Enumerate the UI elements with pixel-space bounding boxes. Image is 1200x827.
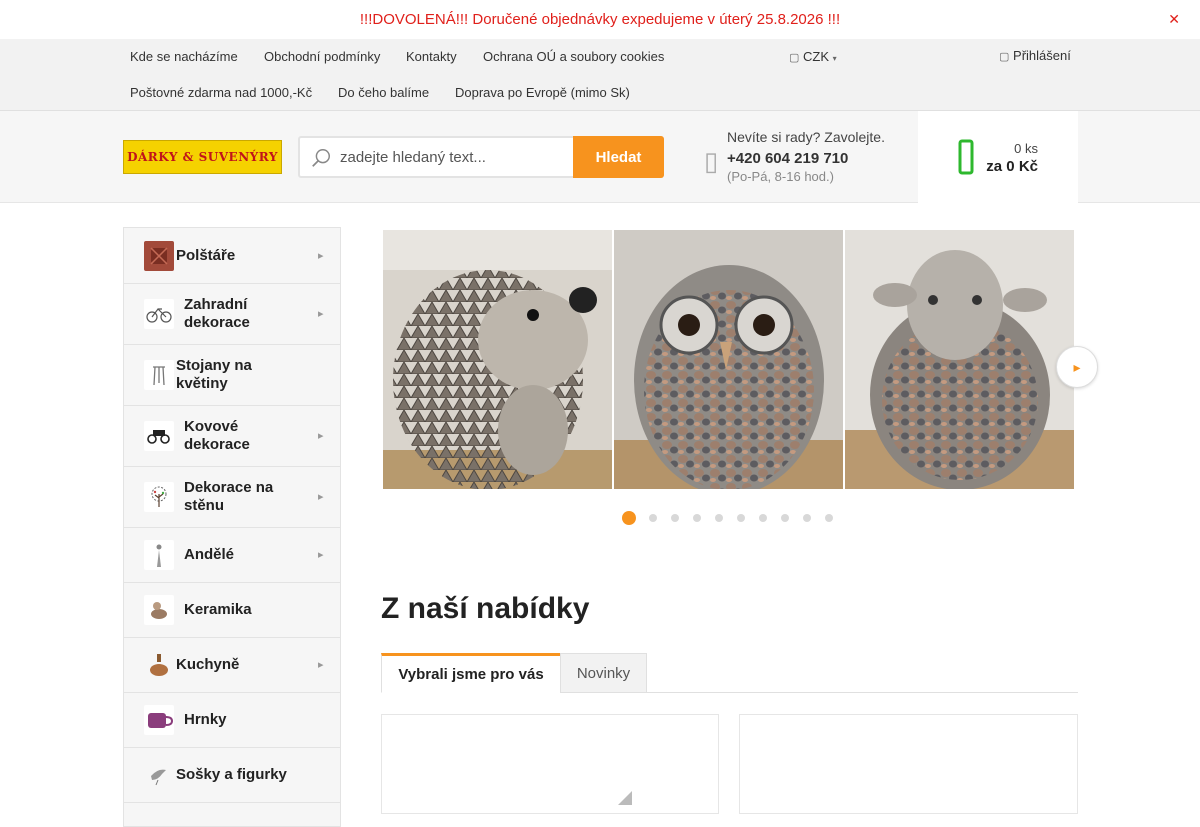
- mug-icon: [144, 705, 174, 735]
- help-hours: (Po-Pá, 8-16 hod.): [727, 169, 834, 184]
- tree-icon: [144, 482, 174, 512]
- nav-link-free-shipping[interactable]: Poštovné zdarma nad 1000,-Kč: [130, 85, 312, 100]
- category-label: Andělé: [184, 546, 235, 563]
- ceramics-icon: [144, 595, 174, 625]
- tab-selected-for-you[interactable]: Vybrali jsme pro vás: [381, 653, 561, 693]
- help-phone-number[interactable]: +420 604 219 710: [727, 150, 848, 167]
- carousel-dot[interactable]: [715, 514, 723, 522]
- category-label: Sošky a figurky: [176, 766, 287, 783]
- carousel-dot[interactable]: [622, 511, 636, 525]
- carousel-dot[interactable]: [803, 514, 811, 522]
- category-item-garden-decor[interactable]: Zahradní dekorace ▸: [124, 284, 340, 345]
- top-navigation: Kde se nacházíme Obchodní podmínky Konta…: [0, 39, 1200, 111]
- category-item-angels[interactable]: Andělé ▸: [124, 528, 340, 583]
- category-label: Polštáře: [176, 247, 236, 264]
- carousel-dot[interactable]: [737, 514, 745, 522]
- logo-text: DÁRKY & SUVENÝRY: [127, 150, 278, 164]
- announcement-bar: !!!DOVOLENÁ!!! Doručené objednávky exped…: [0, 0, 1200, 39]
- category-item-ceramics[interactable]: Keramika: [124, 583, 340, 638]
- phone-icon: ▯: [704, 146, 719, 176]
- cart-total: za 0 Kč: [986, 158, 1038, 175]
- site-logo[interactable]: DÁRKY & SUVENÝRY: [123, 140, 282, 174]
- nav-link-privacy[interactable]: Ochrana OÚ a soubory cookies: [483, 49, 664, 64]
- site-header: DÁRKY & SUVENÝRY Hledat ▯ Nevíte si rady…: [0, 111, 1200, 203]
- nav-link-location[interactable]: Kde se nacházíme: [130, 49, 238, 64]
- close-icon[interactable]: ✕: [1168, 11, 1180, 28]
- bicycle-icon: [144, 299, 174, 329]
- product-image-placeholder: [618, 791, 632, 805]
- section-title: Z naší nabídky: [381, 592, 590, 625]
- search-button[interactable]: Hledat: [573, 136, 664, 178]
- flower-stand-icon: [144, 360, 174, 390]
- announcement-text: !!!DOVOLENÁ!!! Doručené objednávky exped…: [359, 11, 841, 28]
- chevron-right-icon: ▸: [318, 549, 324, 561]
- metal-decor-icon: [144, 421, 174, 451]
- nav-link-packaging[interactable]: Do čeho balíme: [338, 85, 429, 100]
- currency-selector[interactable]: ▢ CZK ▾: [789, 49, 837, 64]
- search-input[interactable]: [340, 138, 573, 176]
- carousel-dot[interactable]: [781, 514, 789, 522]
- nav-link-contacts[interactable]: Kontakty: [406, 49, 457, 64]
- product-carousel: [383, 230, 1075, 489]
- carousel-dot[interactable]: [671, 514, 679, 522]
- chevron-right-icon: ▸: [318, 430, 324, 442]
- category-item-pillows[interactable]: Polštáře ▸: [124, 228, 340, 284]
- chevron-right-icon: ▸: [1073, 358, 1081, 375]
- currency-value: CZK: [803, 49, 830, 64]
- search-bar: Hledat: [298, 136, 664, 178]
- category-label: Zahradní dekorace: [184, 296, 250, 331]
- help-question: Nevíte si rady? Zavolejte.: [727, 129, 885, 145]
- tab-new-arrivals[interactable]: Novinky: [560, 653, 647, 693]
- chevron-right-icon: ▸: [318, 659, 324, 671]
- search-icon: [312, 149, 330, 167]
- category-item-flower-stands[interactable]: Stojany na květiny: [124, 345, 340, 406]
- category-label: Keramika: [184, 601, 252, 618]
- chevron-right-icon: ▸: [318, 308, 324, 320]
- carousel-dot[interactable]: [693, 514, 701, 522]
- currency-icon: ▢: [789, 52, 800, 64]
- category-label: Kuchyně: [176, 656, 240, 673]
- category-label: Stojany na květiny: [176, 357, 252, 392]
- carousel-dot[interactable]: [649, 514, 657, 522]
- bird-figurine-icon: [144, 760, 174, 790]
- login-label: Přihlášení: [1013, 48, 1071, 63]
- cart-icon: [958, 139, 974, 175]
- category-item-mugs[interactable]: Hrnky: [124, 693, 340, 748]
- category-item-figurines[interactable]: Sošky a figurky: [124, 748, 340, 803]
- category-item-metal-decor[interactable]: Kovové dekorace ▸: [124, 406, 340, 467]
- carousel-dot[interactable]: [825, 514, 833, 522]
- angel-icon: [144, 540, 174, 570]
- chevron-right-icon: ▸: [318, 491, 324, 503]
- user-icon: ▢: [999, 51, 1010, 63]
- carousel-next-button[interactable]: ▸: [1056, 346, 1098, 388]
- pillow-icon: [144, 241, 174, 271]
- product-card[interactable]: [381, 714, 719, 814]
- cart-widget[interactable]: 0 ks za 0 Kč: [918, 111, 1078, 203]
- chevron-right-icon: ▸: [318, 250, 324, 262]
- cart-count: 0 ks: [1014, 141, 1038, 156]
- nav-link-terms[interactable]: Obchodní podmínky: [264, 49, 380, 64]
- carousel-dot[interactable]: [759, 514, 767, 522]
- category-label: Kovové dekorace: [184, 418, 250, 453]
- category-label: Hrnky: [184, 711, 227, 728]
- nav-link-europe-shipping[interactable]: Doprava po Evropě (mimo Sk): [455, 85, 630, 100]
- carousel-slide-owl[interactable]: [614, 230, 843, 489]
- chevron-down-icon: ▾: [832, 54, 837, 63]
- category-item-kitchen[interactable]: Kuchyně ▸: [124, 638, 340, 693]
- category-sidebar: Polštáře ▸ Zahradní dekorace ▸ Stojany n…: [123, 227, 341, 827]
- category-label: Dekorace na stěnu: [184, 479, 274, 514]
- carousel-slide-sheep[interactable]: [845, 230, 1074, 489]
- carousel-slide-hedgehog[interactable]: [383, 230, 612, 489]
- product-card[interactable]: [739, 714, 1078, 814]
- login-link[interactable]: ▢ Přihlášení: [999, 48, 1071, 63]
- kitchen-icon: [144, 650, 174, 680]
- category-item-wall-decor[interactable]: Dekorace na stěnu ▸: [124, 467, 340, 528]
